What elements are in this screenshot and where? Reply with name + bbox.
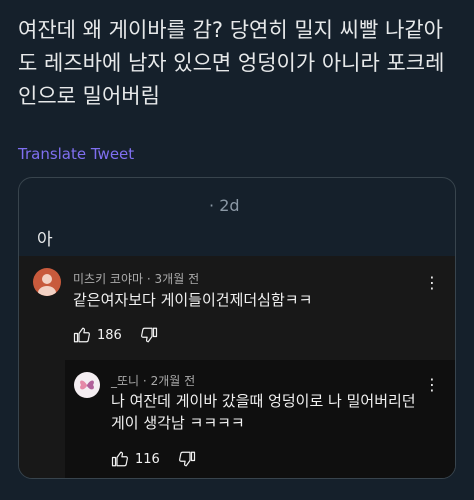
more-options-icon[interactable]: ⋮ — [423, 274, 441, 292]
comment-actions: 186 — [73, 326, 158, 344]
translate-tweet-link[interactable]: Translate Tweet — [18, 145, 134, 163]
comment-meta: _또니 · 2개월 전 — [111, 372, 195, 389]
thumbs-down-icon[interactable] — [140, 326, 158, 344]
quoted-tweet-text: 아 — [37, 230, 53, 250]
quoted-tweet-time: 2d — [219, 196, 240, 215]
quoted-tweet-header: · 2d — [209, 196, 240, 215]
comment-text-line: 게이 생각남 ㅋㅋㅋㅋ — [111, 414, 245, 432]
comment-author[interactable]: 미츠키 코야마 — [73, 272, 143, 286]
meta-separator: · — [146, 272, 151, 286]
quoted-tweet-card[interactable]: · 2d 아 미츠키 코야마 · 3개월 전 같은여자보다 게이들이건제더심함ㅋ… — [18, 177, 456, 479]
youtube-comments-screenshot: 미츠키 코야마 · 3개월 전 같은여자보다 게이들이건제더심함ㅋㅋ ⋮ 186 — [19, 256, 455, 478]
like-count: 116 — [135, 451, 160, 467]
comment-item: 미츠키 코야마 · 3개월 전 같은여자보다 게이들이건제더심함ㅋㅋ ⋮ 186 — [19, 256, 455, 360]
avatar[interactable] — [33, 268, 61, 296]
comment-time: 3개월 전 — [154, 272, 200, 286]
more-options-icon[interactable]: ⋮ — [423, 376, 441, 394]
meta-separator: · — [142, 374, 147, 388]
comment-text-line: 나 여잔데 게이바 갔을때 엉덩이로 나 밀어버리던 — [111, 392, 416, 410]
tweet-text: 여잔데 왜 게이바를 감? 당연히 밀지 씨빨 나같아도 레즈바에 남자 있으면… — [18, 18, 445, 108]
butterfly-avatar-icon — [80, 380, 94, 390]
thumbs-up-icon[interactable] — [111, 450, 129, 468]
comment-actions: 116 — [111, 450, 196, 468]
user-silhouette-icon — [38, 274, 56, 296]
like-count: 186 — [97, 327, 122, 343]
avatar[interactable] — [74, 372, 100, 398]
comment-time: 2개월 전 — [150, 374, 196, 388]
thumbs-down-icon[interactable] — [178, 450, 196, 468]
comment-meta: 미츠키 코야마 · 3개월 전 — [73, 270, 199, 287]
comment-text: 같은여자보다 게이들이건제더심함ㅋㅋ — [73, 291, 313, 309]
thumbs-up-icon[interactable] — [73, 326, 91, 344]
comment-author[interactable]: _또니 — [111, 374, 139, 388]
reply-comment-item: _또니 · 2개월 전 나 여잔데 게이바 갔을때 엉덩이로 나 밀어버리던 게… — [65, 360, 455, 478]
quoted-tweet-dot: · — [209, 196, 215, 215]
